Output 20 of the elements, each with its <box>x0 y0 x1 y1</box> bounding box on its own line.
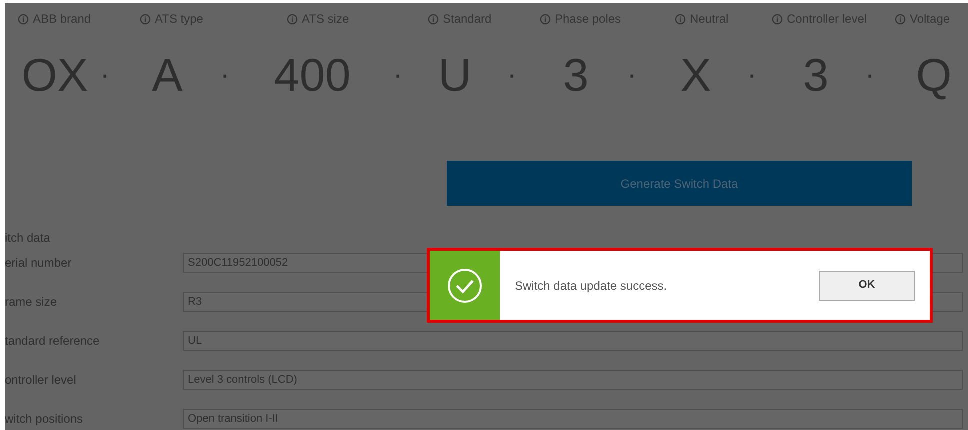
check-circle-icon <box>447 268 483 304</box>
input-field[interactable]: Level 3 controls (LCD) <box>183 370 963 390</box>
generate-switch-data-button[interactable]: Generate Switch Data <box>447 161 912 206</box>
info-icon <box>675 14 686 24</box>
separator-dot: · <box>865 61 875 89</box>
info-icon <box>287 14 298 24</box>
separator-dot: · <box>100 61 110 89</box>
ok-button[interactable]: OK <box>819 270 915 300</box>
info-icon <box>540 14 551 24</box>
info-icon <box>772 14 783 24</box>
info-icon <box>895 14 906 24</box>
info-icon <box>428 14 439 24</box>
separator-dot: · <box>507 61 517 89</box>
separator-dot: · <box>747 61 757 89</box>
separator-dot: · <box>220 61 230 89</box>
separator-dot: · <box>393 61 403 89</box>
info-icon <box>140 14 151 24</box>
info-icon <box>18 14 29 24</box>
separator-dot: · <box>627 61 637 89</box>
dialog-message: Switch data update success. <box>515 278 668 294</box>
